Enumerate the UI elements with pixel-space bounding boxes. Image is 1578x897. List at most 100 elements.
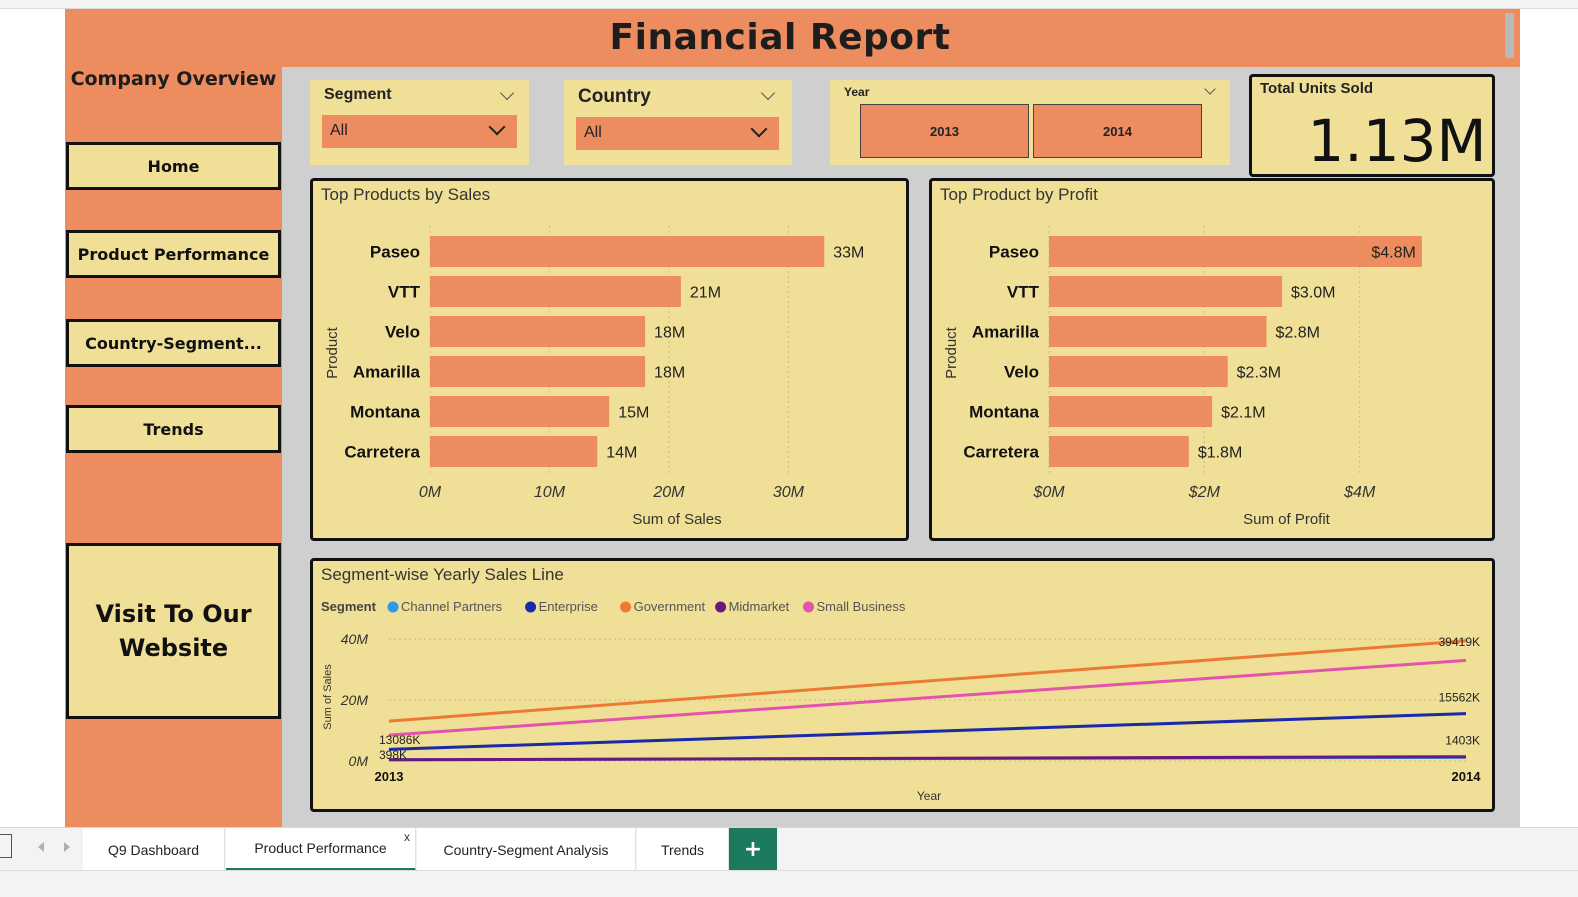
- sidebar: Company Overview Home Product Performanc…: [65, 67, 282, 827]
- vertical-scrollbar[interactable]: [1505, 13, 1514, 58]
- x-tick-label: 2014: [1452, 769, 1482, 784]
- scroll-right-icon[interactable]: [64, 842, 70, 852]
- bar: [1049, 276, 1283, 307]
- data-label: 13086K: [379, 733, 420, 747]
- series-line: [388, 712, 1467, 751]
- data-label: 39419K: [1439, 635, 1480, 649]
- close-icon[interactable]: x: [404, 830, 410, 844]
- segment-line-chart-card: Segment-wise Yearly Sales Line Segment Ch…: [310, 558, 1495, 812]
- legend-item: Channel Partners: [401, 599, 503, 614]
- category-label: Amarilla: [353, 363, 421, 382]
- x-axis-title: Sum of Sales: [632, 511, 721, 528]
- country-slicer-label: Country: [578, 86, 651, 107]
- kpi-card: Total Units Sold 1.13M: [1249, 74, 1495, 177]
- data-label: 18M: [654, 325, 685, 342]
- x-tick-label: 2013: [375, 769, 404, 784]
- tab-trends[interactable]: Trends: [637, 828, 729, 871]
- year-button-2013[interactable]: 2013: [860, 104, 1029, 158]
- nav-country-segment-button[interactable]: Country-Segment...: [66, 319, 281, 367]
- bar: [1049, 436, 1189, 467]
- x-axis-title: Sum of Profit: [1243, 511, 1331, 528]
- page-title: Financial Report: [609, 17, 951, 58]
- country-dropdown[interactable]: All: [576, 117, 779, 150]
- chevron-down-icon: [750, 120, 768, 138]
- category-label: Paseo: [370, 243, 420, 262]
- year-slicer: Year 2013 2014: [830, 80, 1230, 165]
- tab-product-performance[interactable]: Product Performance x: [226, 828, 416, 871]
- nav-product-performance-button[interactable]: Product Performance: [66, 230, 281, 278]
- tab-q9-dashboard[interactable]: Q9 Dashboard: [83, 828, 225, 871]
- data-label: $2.1M: [1221, 405, 1265, 422]
- data-label: 18M: [654, 365, 685, 382]
- category-label: Velo: [1004, 363, 1039, 382]
- segment-slicer-label: Segment: [324, 86, 392, 103]
- tab-country-segment-analysis[interactable]: Country-Segment Analysis: [417, 828, 636, 871]
- series-line: [388, 658, 1467, 737]
- bar: [1049, 316, 1267, 347]
- x-tick-label: $4M: [1343, 484, 1376, 501]
- x-tick-label: 20M: [652, 484, 685, 501]
- y-axis-title: Product: [324, 326, 341, 379]
- report-canvas: Financial Report Company Overview Home P…: [65, 9, 1520, 827]
- y-tick-label: 40M: [341, 631, 369, 647]
- segment-dropdown-value: All: [330, 122, 348, 139]
- data-label: $2.3M: [1237, 365, 1281, 382]
- nav-trends-button[interactable]: Trends: [66, 405, 281, 453]
- data-label: 15M: [618, 405, 649, 422]
- series-line: [388, 755, 1467, 762]
- legend-item: Enterprise: [539, 599, 598, 614]
- nav-home-button[interactable]: Home: [66, 142, 281, 190]
- series-line: [388, 639, 1467, 723]
- add-sheet-button[interactable]: +: [729, 828, 777, 871]
- segment-dropdown[interactable]: All: [322, 115, 517, 148]
- chevron-down-icon[interactable]: [499, 85, 515, 101]
- x-tick-label: 0M: [419, 484, 442, 501]
- year-slicer-label: Year: [844, 85, 870, 99]
- bar: [430, 276, 681, 307]
- data-label: $2.8M: [1276, 325, 1320, 342]
- kpi-value: 1.13M: [1307, 107, 1487, 175]
- y-tick-label: 0M: [349, 753, 369, 769]
- data-label: 1403K: [1445, 734, 1480, 748]
- report-header: Financial Report: [65, 9, 1520, 67]
- visit-website-button[interactable]: Visit To Our Website: [66, 543, 281, 719]
- legend-swatch: [715, 601, 727, 613]
- year-button-2014[interactable]: 2014: [1033, 104, 1202, 158]
- category-label: Montana: [350, 403, 420, 422]
- bar: [430, 316, 646, 347]
- profit-bar-chart: $0M $2M $4M Paseo $4.8M VTT $3.0M Amarilla $2.8M…: [943, 226, 1422, 528]
- sheet-tab-bar: Q9 Dashboard Product Performance x Count…: [0, 827, 1578, 871]
- kpi-title: Total Units Sold: [1260, 80, 1374, 97]
- legend-swatch: [387, 601, 399, 613]
- chevron-down-icon[interactable]: [1204, 83, 1216, 95]
- category-label: Montana: [969, 403, 1039, 422]
- data-label: 398K: [379, 748, 407, 762]
- data-label: 14M: [606, 445, 637, 462]
- data-label: 33M: [833, 245, 864, 262]
- scroll-left-icon[interactable]: [38, 842, 44, 852]
- category-label: Velo: [385, 323, 420, 342]
- category-label: VTT: [1007, 283, 1040, 302]
- sales-chart-card: Top Products by Sales 0M 10M 20M 30M Paseo 33…: [310, 178, 909, 541]
- country-slicer: Country All: [564, 80, 792, 165]
- legend-title: Segment: [321, 599, 377, 614]
- bar: [430, 236, 825, 267]
- category-label: Amarilla: [972, 323, 1040, 342]
- chevron-down-icon[interactable]: [760, 85, 776, 101]
- legend-swatch: [803, 601, 814, 613]
- country-dropdown-value: All: [584, 124, 602, 141]
- x-tick-label: 30M: [773, 484, 805, 501]
- bar: [1049, 396, 1213, 427]
- window-top-strip: [0, 0, 1578, 9]
- category-label: Paseo: [989, 243, 1039, 262]
- bar: [1049, 236, 1422, 267]
- x-axis-title: Year: [917, 789, 941, 803]
- x-tick-label: 10M: [534, 484, 566, 501]
- legend-item: Midmarket: [729, 599, 790, 614]
- sheet-list-icon[interactable]: [0, 834, 12, 858]
- data-label: $3.0M: [1291, 285, 1335, 302]
- bar: [430, 396, 610, 427]
- data-label: 15562K: [1439, 691, 1480, 705]
- bar: [1049, 356, 1228, 387]
- bar: [430, 436, 598, 467]
